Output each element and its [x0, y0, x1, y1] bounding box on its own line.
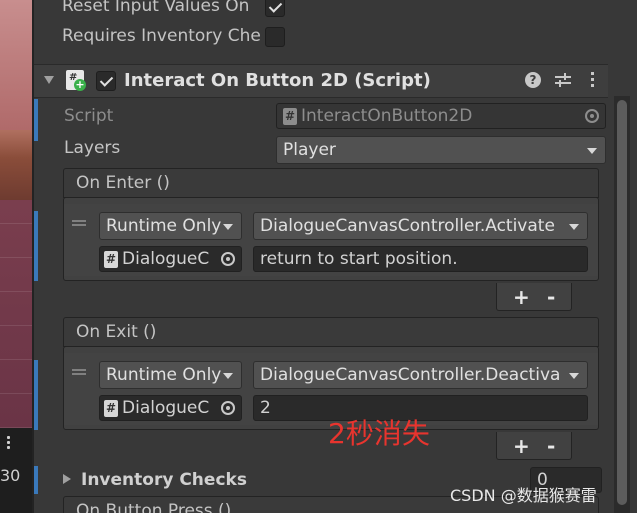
on-exit-header: On Exit () [63, 317, 599, 347]
reset-input-label: Reset Input Values On [62, 0, 250, 16]
on-exit-runtime-value: Runtime Only [106, 365, 222, 385]
chevron-down-icon [569, 224, 579, 230]
add-listener-button[interactable]: + [513, 285, 530, 309]
on-enter-header: On Enter () [63, 168, 599, 198]
on-exit-object-value: DialogueC [122, 398, 210, 418]
drag-handle-icon[interactable] [72, 369, 86, 375]
layers-value: Player [283, 140, 336, 160]
component-menu-icon[interactable] [591, 72, 595, 88]
on-enter-argument-field[interactable]: return to start position. [253, 246, 588, 272]
requires-inventory-label: Requires Inventory Che [62, 26, 260, 46]
on-exit-runtime-dropdown[interactable]: Runtime Only [99, 361, 242, 389]
component-title: Interact On Button 2D (Script) [124, 70, 431, 91]
modified-indicator-enter [34, 211, 38, 281]
script-file-icon: # [283, 107, 297, 125]
scrollbar-thumb[interactable] [617, 100, 627, 505]
object-picker-icon[interactable] [221, 252, 235, 266]
on-enter-function-dropdown[interactable]: DialogueCanvasController.Activate [253, 212, 588, 240]
watermark: CSDN @数据猴赛雷 [450, 486, 597, 505]
script-field: # InteractOnButton2D [276, 103, 606, 129]
foldout-arrow-icon[interactable] [44, 76, 54, 84]
scene-view-strip: 30 [0, 0, 32, 513]
script-file-icon: # [104, 399, 118, 417]
script-file-icon: # [104, 250, 118, 268]
object-picker-icon[interactable] [221, 401, 235, 415]
on-exit-argument-value: 2 [260, 398, 271, 418]
foldout-arrow-icon[interactable] [63, 474, 71, 484]
reset-input-checkbox[interactable] [265, 0, 285, 17]
chevron-down-icon [223, 373, 233, 379]
requires-inventory-checkbox[interactable] [265, 27, 285, 47]
remove-listener-button[interactable]: - [547, 285, 555, 309]
layers-dropdown[interactable]: Player [276, 136, 606, 164]
modified-indicator-inventory [34, 466, 38, 494]
script-component-icon: + # [66, 70, 86, 91]
inventory-checks-label[interactable]: Inventory Checks [81, 470, 247, 490]
modified-indicator-exit [34, 360, 38, 430]
scene-number: 30 [0, 466, 21, 485]
add-listener-button[interactable]: + [513, 434, 530, 458]
more-options-icon[interactable] [7, 436, 11, 450]
chevron-down-icon [223, 224, 233, 230]
help-icon[interactable]: ? [525, 72, 541, 88]
on-enter-add-remove: + - [496, 283, 572, 311]
drag-handle-icon[interactable] [72, 220, 86, 226]
object-picker-icon [585, 109, 599, 123]
chevron-down-icon [569, 373, 579, 379]
scene-sky [0, 0, 32, 130]
on-enter-argument-value: return to start position. [260, 249, 458, 269]
component-enabled-checkbox[interactable] [96, 71, 116, 91]
chevron-down-icon [587, 148, 597, 154]
script-value: InteractOnButton2D [301, 106, 473, 126]
annotation-text: 2秒消失 [328, 417, 430, 450]
on-exit-function-dropdown[interactable]: DialogueCanvasController.Deactiva [253, 361, 588, 389]
scene-horizon [0, 130, 32, 200]
remove-listener-button[interactable]: - [547, 434, 555, 458]
on-exit-function-value: DialogueCanvasController.Deactiva [260, 365, 561, 385]
on-enter-runtime-value: Runtime Only [106, 216, 222, 236]
on-enter-runtime-dropdown[interactable]: Runtime Only [99, 212, 242, 240]
on-exit-add-remove: + - [496, 432, 572, 460]
on-enter-function-value: DialogueCanvasController.Activate [260, 216, 555, 236]
preset-sliders-icon[interactable] [554, 72, 572, 88]
layers-label: Layers [64, 138, 121, 158]
on-enter-object-value: DialogueC [122, 249, 210, 269]
modified-indicator [34, 99, 38, 141]
scene-grid [0, 200, 32, 428]
script-label: Script [64, 106, 114, 126]
